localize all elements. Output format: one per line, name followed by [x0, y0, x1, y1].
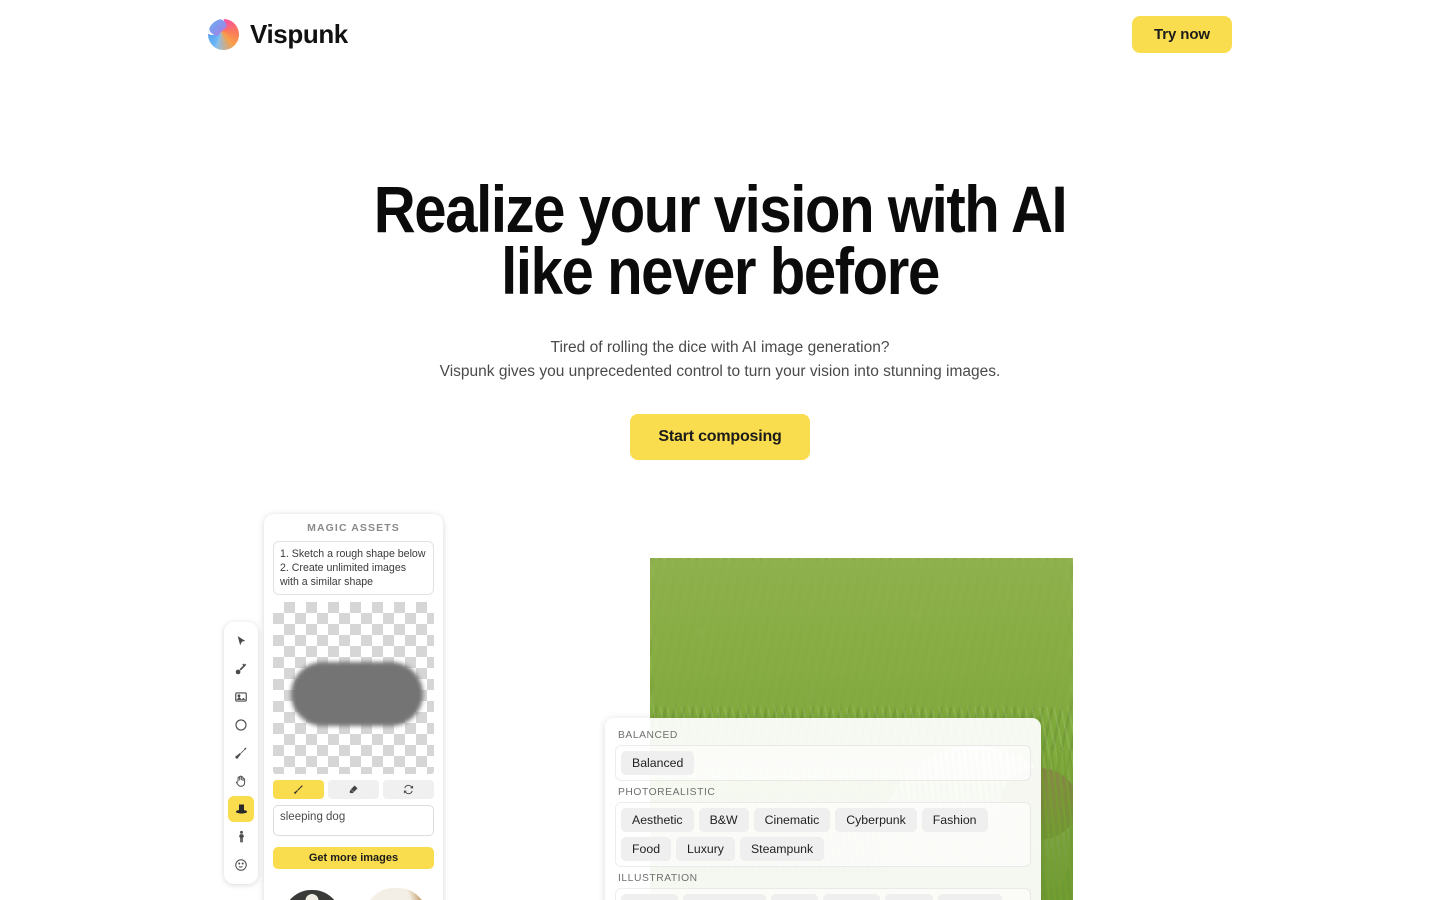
brand[interactable]: Vispunk [208, 18, 348, 50]
hero-subtitle-line-1: Tired of rolling the dice with AI image … [550, 339, 890, 356]
style-chip-group: Aesthetic B&W Cinematic Cyberpunk Fashio… [615, 802, 1031, 867]
asset-thumbnails [273, 876, 434, 900]
hero-title-line-2: like never before [501, 234, 940, 308]
style-chip[interactable]: Cute [884, 894, 933, 900]
start-composing-button[interactable]: Start composing [630, 414, 810, 460]
style-chip[interactable]: Anime [621, 894, 678, 900]
dog-thumbnail-brown[interactable] [357, 876, 434, 900]
editor-toolbar [224, 622, 258, 884]
magic-assets-steps: 1. Sketch a rough shape below 2. Create … [273, 541, 434, 595]
smiley-face-icon[interactable] [228, 852, 254, 878]
vispunk-logo-icon [208, 18, 239, 50]
style-chip-group: Balanced [615, 745, 1031, 781]
hand-icon[interactable] [228, 768, 254, 794]
sketch-shape [291, 662, 423, 726]
sketch-tools [273, 780, 434, 799]
top-hat-icon[interactable] [228, 796, 254, 822]
style-chip-group: Anime Calligraphy Clay Comic Cute Line A… [615, 888, 1031, 900]
style-category-label: BALANCED [618, 730, 678, 741]
style-chip[interactable]: Fashion [921, 808, 988, 832]
brand-name: Vispunk [250, 18, 348, 49]
style-chip[interactable]: Balanced [621, 751, 695, 775]
product-preview: MAGIC ASSETS 1. Sketch a rough shape bel… [0, 500, 1440, 900]
style-category-label: PHOTOREALISTIC [618, 787, 716, 798]
brush-icon[interactable] [273, 780, 324, 799]
paint-brush-icon[interactable] [228, 740, 254, 766]
asset-prompt-input[interactable] [273, 805, 434, 836]
dog-thumbnail-black[interactable] [273, 876, 350, 900]
magic-wand-icon[interactable] [228, 656, 254, 682]
person-pose-icon[interactable] [228, 824, 254, 850]
site-header: Vispunk Try now [0, 0, 1440, 68]
style-chip[interactable]: Aesthetic [621, 808, 694, 832]
try-now-button[interactable]: Try now [1132, 15, 1232, 53]
hero-section: Realize your vision with AI like never b… [0, 176, 1440, 460]
style-chip[interactable]: Food [621, 837, 672, 861]
style-category-label: ILLUSTRATION [618, 873, 698, 884]
style-chip[interactable]: Clay [771, 894, 818, 900]
eraser-icon[interactable] [328, 780, 379, 799]
style-picker-panel: BALANCED Balanced PHOTOREALISTIC Aesthet… [605, 718, 1041, 900]
style-category-illustration: ILLUSTRATION Anime Calligraphy Clay Comi… [615, 870, 1031, 900]
style-category-photorealistic: PHOTOREALISTIC Aesthetic B&W Cinematic C… [615, 784, 1031, 867]
grass-blur-overlay [650, 558, 1073, 708]
hero-subtitle-line-2: Vispunk gives you unprecedented control … [439, 363, 1001, 380]
magic-assets-panel: MAGIC ASSETS 1. Sketch a rough shape bel… [264, 514, 443, 900]
style-chip[interactable]: Steampunk [739, 837, 825, 861]
refresh-icon[interactable] [383, 780, 434, 799]
magic-assets-title: MAGIC ASSETS [307, 522, 400, 534]
style-chip[interactable]: B&W [698, 808, 749, 832]
page-title: Realize your vision with AI like never b… [86, 176, 1353, 304]
image-icon[interactable] [228, 684, 254, 710]
style-chip[interactable]: Calligraphy [682, 894, 767, 900]
sketch-canvas[interactable] [273, 602, 434, 774]
style-chip[interactable]: Line Art [937, 894, 1002, 900]
hero-subtitle: Tired of rolling the dice with AI image … [0, 336, 1440, 384]
get-more-images-button[interactable]: Get more images [273, 847, 434, 869]
style-chip[interactable]: Cyberpunk [835, 808, 917, 832]
cursor-arrow-icon[interactable] [228, 628, 254, 654]
style-chip[interactable]: Cinematic [753, 808, 831, 832]
style-chip[interactable]: Comic [822, 894, 880, 900]
style-chip[interactable]: Luxury [676, 837, 735, 861]
landing-page: Vispunk Try now Realize your vision with… [0, 0, 1440, 900]
circle-icon[interactable] [228, 712, 254, 738]
style-category-balanced: BALANCED Balanced [615, 727, 1031, 781]
